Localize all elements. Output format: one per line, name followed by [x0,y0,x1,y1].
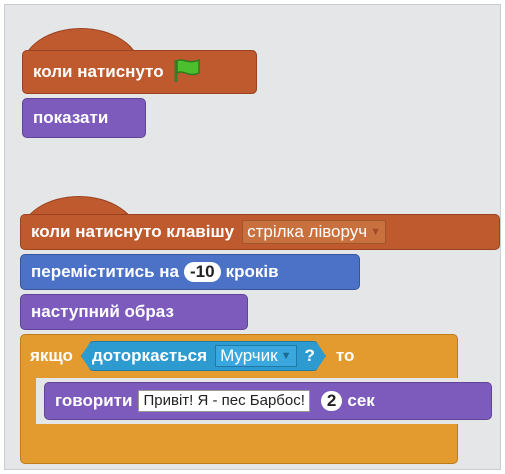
next-costume-block[interactable]: наступний образ [20,294,248,330]
if-label: якщо [30,346,73,365]
question-mark: ? [304,346,315,365]
steps-input[interactable]: -10 [184,262,221,282]
key-dropdown[interactable]: стрілка ліворуч ▼ [242,220,387,244]
say-secs-label: сек [347,391,375,410]
next-costume-label: наступний образ [31,302,174,321]
show-block[interactable]: показати [22,98,146,138]
when-key-pressed-block[interactable]: коли натиснуто клавішу стрілка ліворуч ▼ [20,214,500,250]
when-key-label: коли натиснуто клавішу [31,222,235,241]
when-flag-label: коли натиснуто [33,62,164,81]
sprite-dropdown[interactable]: Мурчик ▼ [215,345,296,367]
touching-sprite-block[interactable]: доторкається Мурчик ▼ ? [81,341,326,371]
key-dropdown-value: стрілка ліворуч [247,222,368,241]
show-label: показати [33,108,109,127]
green-flag-icon [172,57,202,88]
if-header: якщо доторкається Мурчик ▼ ? то [20,336,354,376]
sprite-dropdown-value: Мурчик [220,346,278,365]
move-prefix-label: переміститись на [31,262,179,281]
move-suffix-label: кроків [225,262,279,281]
say-for-secs-block[interactable]: говорити Привіт! Я - пес Барбос! 2 сек [44,382,492,420]
chevron-down-icon: ▼ [370,226,382,238]
touching-label: доторкається [91,346,208,365]
when-flag-clicked-block[interactable]: коли натиснуто [22,50,257,94]
say-secs-input[interactable]: 2 [320,391,343,411]
say-text-input[interactable]: Привіт! Я - пес Барбос! [138,390,310,412]
chevron-down-icon: ▼ [280,350,292,362]
say-label: говорити [55,391,133,410]
then-label: то [335,346,355,365]
move-steps-block[interactable]: переміститись на -10 кроків [20,254,360,290]
scripts-canvas: коли натиснуто показати коли натиснуто к… [0,0,505,474]
